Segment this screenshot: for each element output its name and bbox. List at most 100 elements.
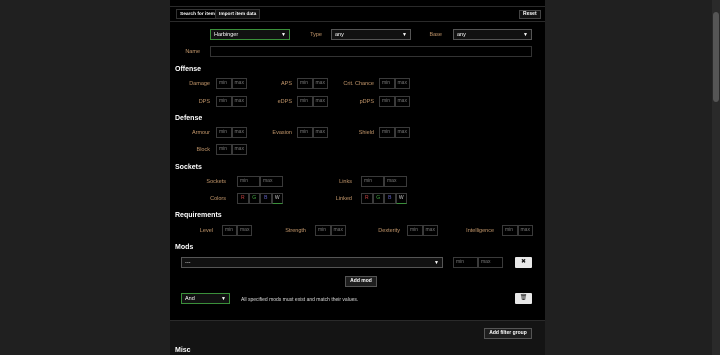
min-input[interactable]: min	[216, 96, 232, 107]
min-input[interactable]: min	[216, 144, 232, 155]
intelligence-range[interactable]: min max	[502, 225, 533, 236]
edps-label: eDPS	[277, 99, 292, 105]
level-range[interactable]: min max	[222, 225, 252, 236]
max-input[interactable]: max	[517, 225, 533, 236]
red-socket-input[interactable]: R	[237, 193, 249, 204]
green-socket-input[interactable]: G	[248, 193, 260, 204]
max-input[interactable]: max	[384, 176, 407, 187]
max-input[interactable]: max	[394, 127, 410, 138]
mod-range[interactable]: min max	[453, 257, 503, 268]
max-input[interactable]: max	[237, 225, 252, 236]
green-linked-input[interactable]: G	[372, 193, 384, 204]
min-input[interactable]: min	[379, 78, 395, 89]
add-mod-button[interactable]: Add mod	[345, 276, 377, 287]
mod-select-value: ---	[185, 260, 191, 266]
remove-mod-button[interactable]: ✖	[515, 257, 532, 268]
group-hint: All specified mods must exist and match …	[241, 297, 359, 303]
league-value: Harbinger	[214, 32, 239, 38]
chevron-down-icon: ▼	[281, 32, 286, 38]
max-input[interactable]: max	[330, 225, 346, 236]
min-input[interactable]: min	[297, 96, 313, 107]
blue-linked-input[interactable]: B	[384, 193, 396, 204]
dexterity-label: Dexterity	[378, 228, 400, 234]
name-input[interactable]	[210, 46, 532, 57]
chevron-down-icon: ▼	[221, 296, 226, 302]
page-scrollbar[interactable]	[712, 0, 720, 355]
tab-import[interactable]: Import item data	[215, 9, 261, 19]
max-input[interactable]: max	[260, 176, 283, 187]
max-input[interactable]: max	[312, 127, 328, 138]
min-input[interactable]: min	[297, 127, 313, 138]
max-input[interactable]: max	[312, 96, 328, 107]
pdps-range[interactable]: min max	[379, 96, 410, 107]
base-select[interactable]: any ▼	[453, 29, 532, 40]
min-input[interactable]: min	[502, 225, 518, 236]
max-input[interactable]: max	[231, 144, 247, 155]
type-value: any	[335, 32, 344, 38]
damage-range[interactable]: min max	[216, 78, 247, 89]
strength-label: Strength	[285, 228, 306, 234]
mod-select[interactable]: --- ▼	[181, 257, 443, 268]
max-input[interactable]: max	[231, 78, 247, 89]
min-input[interactable]: min	[379, 127, 395, 138]
linked-inputs[interactable]: RGBW	[361, 193, 407, 204]
max-input[interactable]: max	[422, 225, 438, 236]
links-range[interactable]: min max	[361, 176, 407, 187]
filter-group-footer: Add filter group	[170, 320, 545, 355]
max-input[interactable]: max	[394, 96, 410, 107]
max-input[interactable]: max	[394, 78, 410, 89]
sockets-range[interactable]: min max	[237, 176, 283, 187]
add-filter-group-button[interactable]: Add filter group	[484, 328, 532, 339]
max-input[interactable]: max	[478, 257, 503, 268]
min-input[interactable]: min	[407, 225, 423, 236]
min-input[interactable]: min	[379, 96, 395, 107]
dexterity-range[interactable]: min max	[407, 225, 438, 236]
max-input[interactable]: max	[312, 78, 328, 89]
pdps-label: pDPS	[359, 99, 374, 105]
dps-range[interactable]: min max	[216, 96, 247, 107]
chevron-down-icon: ▼	[523, 32, 528, 38]
block-range[interactable]: min max	[216, 144, 247, 155]
min-input[interactable]: min	[361, 176, 384, 187]
min-input[interactable]: min	[222, 225, 237, 236]
base-value: any	[457, 32, 466, 38]
delete-group-button[interactable]: 🗑	[515, 293, 532, 304]
min-input[interactable]: min	[453, 257, 478, 268]
max-input[interactable]: max	[231, 127, 247, 138]
white-socket-input[interactable]: W	[271, 193, 283, 204]
reset-button[interactable]: Reset	[519, 10, 541, 19]
chevron-down-icon: ▼	[434, 260, 439, 266]
max-input[interactable]: max	[231, 96, 247, 107]
min-input[interactable]: min	[297, 78, 313, 89]
sockets-label: Sockets	[206, 179, 226, 185]
evasion-label: Evasion	[272, 130, 292, 136]
type-select[interactable]: any ▼	[331, 29, 411, 40]
edps-range[interactable]: min max	[297, 96, 328, 107]
min-input[interactable]: min	[216, 78, 232, 89]
min-input[interactable]: min	[315, 225, 331, 236]
shield-range[interactable]: min max	[379, 127, 410, 138]
red-linked-input[interactable]: R	[361, 193, 373, 204]
league-select[interactable]: Harbinger ▼	[210, 29, 290, 40]
blue-socket-input[interactable]: B	[260, 193, 272, 204]
shield-label: Shield	[358, 130, 374, 136]
colors-inputs[interactable]: RGBW	[237, 193, 283, 204]
min-input[interactable]: min	[216, 127, 232, 138]
strength-range[interactable]: min max	[315, 225, 346, 236]
crit-label: Crit. Chance	[343, 81, 374, 87]
evasion-range[interactable]: min max	[297, 127, 328, 138]
aps-label: APS	[280, 81, 292, 87]
group-type-select[interactable]: And ▼	[181, 293, 230, 304]
group-type-value: And	[185, 296, 195, 302]
aps-range[interactable]: min max	[297, 78, 328, 89]
armour-label: Armour	[191, 130, 210, 136]
chevron-down-icon: ▼	[402, 32, 407, 38]
armour-range[interactable]: min max	[216, 127, 247, 138]
scrollbar-thumb[interactable]	[713, 12, 719, 102]
sockets-heading: Sockets	[175, 164, 202, 171]
dps-label: DPS	[198, 99, 210, 105]
white-linked-input[interactable]: W	[395, 193, 407, 204]
min-input[interactable]: min	[237, 176, 260, 187]
crit-range[interactable]: min max	[379, 78, 410, 89]
header-divider	[170, 21, 545, 22]
